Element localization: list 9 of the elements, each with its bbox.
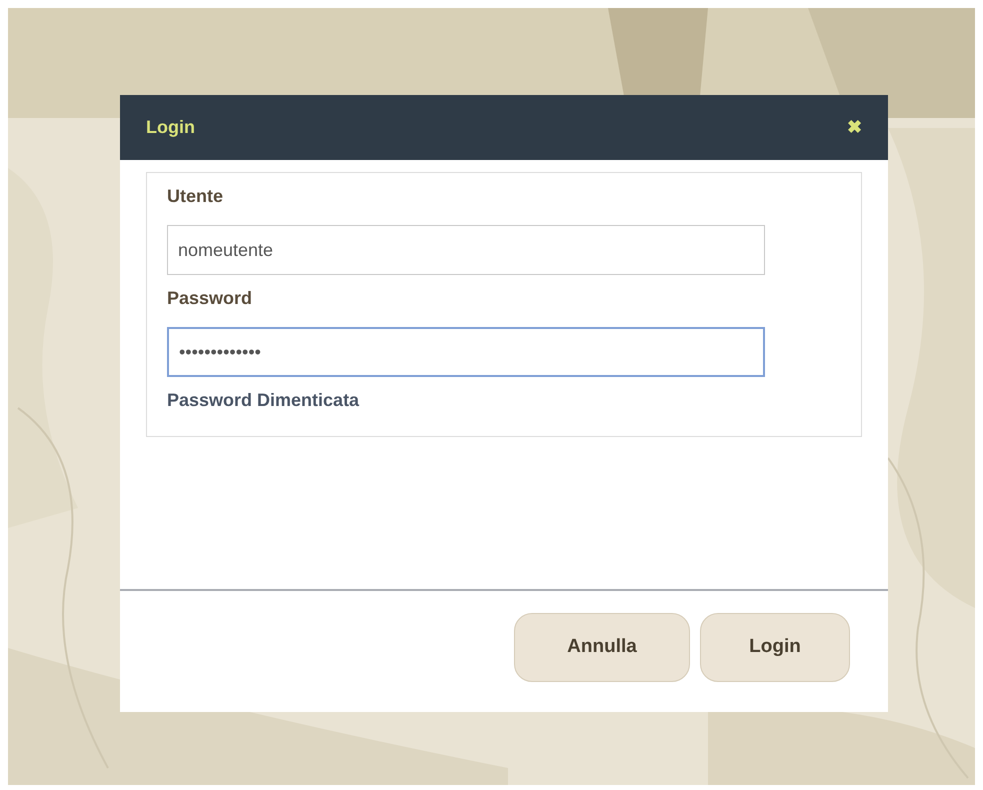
field-label: Utente <box>167 185 224 208</box>
forgot-password-link[interactable]: Password Dimenticata <box>167 385 841 415</box>
dialog-button[interactable]: Login <box>700 613 850 682</box>
dialog-title: Login <box>146 116 195 139</box>
input-field[interactable]: nomeutente <box>167 225 765 275</box>
close-button[interactable]: ✖ <box>847 114 862 141</box>
dialog-button[interactable]: Annulla <box>514 613 690 682</box>
field-label: Password <box>167 287 254 310</box>
input-field[interactable]: ••••••••••••• <box>167 327 765 377</box>
